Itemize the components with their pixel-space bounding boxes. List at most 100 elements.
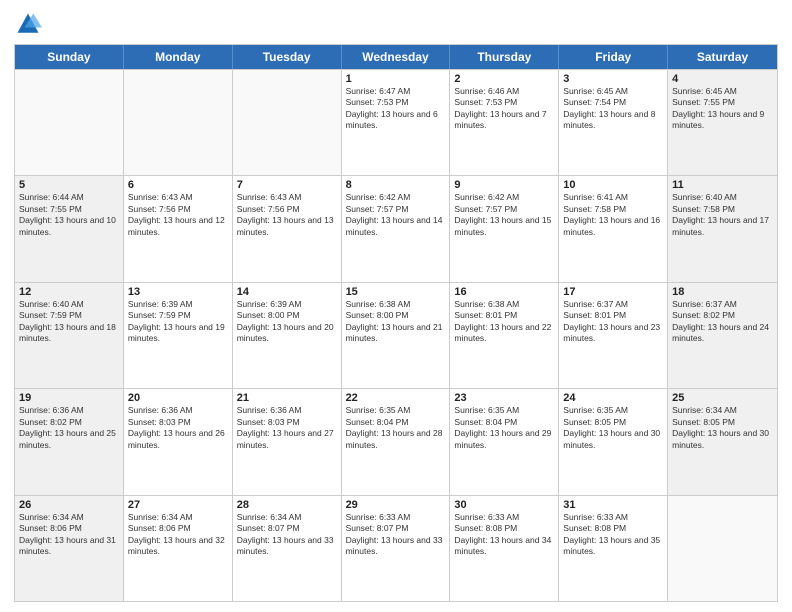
day-number: 30 [454,499,554,511]
day-number: 2 [454,73,554,85]
day-number: 19 [19,392,119,404]
header-day-saturday: Saturday [668,45,777,69]
logo-icon [14,10,42,38]
cell-info: Sunrise: 6:38 AMSunset: 8:01 PMDaylight:… [454,299,554,345]
calendar-header-row: SundayMondayTuesdayWednesdayThursdayFrid… [15,45,777,69]
day-number: 13 [128,286,228,298]
cal-cell-empty-4-6 [668,496,777,601]
cal-cell-18: 18Sunrise: 6:37 AMSunset: 8:02 PMDayligh… [668,283,777,388]
day-number: 27 [128,499,228,511]
cell-info: Sunrise: 6:36 AMSunset: 8:03 PMDaylight:… [128,405,228,451]
cal-cell-12: 12Sunrise: 6:40 AMSunset: 7:59 PMDayligh… [15,283,124,388]
header-day-tuesday: Tuesday [233,45,342,69]
cell-info: Sunrise: 6:45 AMSunset: 7:55 PMDaylight:… [672,86,773,132]
day-number: 4 [672,73,773,85]
cal-cell-29: 29Sunrise: 6:33 AMSunset: 8:07 PMDayligh… [342,496,451,601]
day-number: 29 [346,499,446,511]
day-number: 11 [672,179,773,191]
day-number: 14 [237,286,337,298]
logo [14,10,46,38]
day-number: 1 [346,73,446,85]
cal-cell-8: 8Sunrise: 6:42 AMSunset: 7:57 PMDaylight… [342,176,451,281]
cal-cell-28: 28Sunrise: 6:34 AMSunset: 8:07 PMDayligh… [233,496,342,601]
cal-cell-7: 7Sunrise: 6:43 AMSunset: 7:56 PMDaylight… [233,176,342,281]
cal-cell-21: 21Sunrise: 6:36 AMSunset: 8:03 PMDayligh… [233,389,342,494]
cell-info: Sunrise: 6:33 AMSunset: 8:07 PMDaylight:… [346,512,446,558]
header-day-sunday: Sunday [15,45,124,69]
cell-info: Sunrise: 6:41 AMSunset: 7:58 PMDaylight:… [563,192,663,238]
cal-cell-2: 2Sunrise: 6:46 AMSunset: 7:53 PMDaylight… [450,70,559,175]
cell-info: Sunrise: 6:43 AMSunset: 7:56 PMDaylight:… [128,192,228,238]
cell-info: Sunrise: 6:37 AMSunset: 8:02 PMDaylight:… [672,299,773,345]
day-number: 24 [563,392,663,404]
cal-cell-24: 24Sunrise: 6:35 AMSunset: 8:05 PMDayligh… [559,389,668,494]
cell-info: Sunrise: 6:40 AMSunset: 7:59 PMDaylight:… [19,299,119,345]
week-row-4: 19Sunrise: 6:36 AMSunset: 8:02 PMDayligh… [15,388,777,494]
day-number: 28 [237,499,337,511]
day-number: 20 [128,392,228,404]
cell-info: Sunrise: 6:45 AMSunset: 7:54 PMDaylight:… [563,86,663,132]
cal-cell-17: 17Sunrise: 6:37 AMSunset: 8:01 PMDayligh… [559,283,668,388]
cal-cell-13: 13Sunrise: 6:39 AMSunset: 7:59 PMDayligh… [124,283,233,388]
header-day-monday: Monday [124,45,233,69]
cell-info: Sunrise: 6:36 AMSunset: 8:03 PMDaylight:… [237,405,337,451]
cal-cell-1: 1Sunrise: 6:47 AMSunset: 7:53 PMDaylight… [342,70,451,175]
cal-cell-23: 23Sunrise: 6:35 AMSunset: 8:04 PMDayligh… [450,389,559,494]
cell-info: Sunrise: 6:47 AMSunset: 7:53 PMDaylight:… [346,86,446,132]
cell-info: Sunrise: 6:35 AMSunset: 8:04 PMDaylight:… [346,405,446,451]
cal-cell-empty-0-1 [124,70,233,175]
cal-cell-31: 31Sunrise: 6:33 AMSunset: 8:08 PMDayligh… [559,496,668,601]
cell-info: Sunrise: 6:37 AMSunset: 8:01 PMDaylight:… [563,299,663,345]
cell-info: Sunrise: 6:33 AMSunset: 8:08 PMDaylight:… [563,512,663,558]
cal-cell-27: 27Sunrise: 6:34 AMSunset: 8:06 PMDayligh… [124,496,233,601]
cal-cell-25: 25Sunrise: 6:34 AMSunset: 8:05 PMDayligh… [668,389,777,494]
cal-cell-5: 5Sunrise: 6:44 AMSunset: 7:55 PMDaylight… [15,176,124,281]
day-number: 23 [454,392,554,404]
cell-info: Sunrise: 6:42 AMSunset: 7:57 PMDaylight:… [346,192,446,238]
cal-cell-11: 11Sunrise: 6:40 AMSunset: 7:58 PMDayligh… [668,176,777,281]
header-day-wednesday: Wednesday [342,45,451,69]
cell-info: Sunrise: 6:44 AMSunset: 7:55 PMDaylight:… [19,192,119,238]
cell-info: Sunrise: 6:35 AMSunset: 8:04 PMDaylight:… [454,405,554,451]
day-number: 15 [346,286,446,298]
day-number: 9 [454,179,554,191]
day-number: 31 [563,499,663,511]
page: SundayMondayTuesdayWednesdayThursdayFrid… [0,0,792,612]
cell-info: Sunrise: 6:42 AMSunset: 7:57 PMDaylight:… [454,192,554,238]
cal-cell-19: 19Sunrise: 6:36 AMSunset: 8:02 PMDayligh… [15,389,124,494]
cal-cell-20: 20Sunrise: 6:36 AMSunset: 8:03 PMDayligh… [124,389,233,494]
cal-cell-14: 14Sunrise: 6:39 AMSunset: 8:00 PMDayligh… [233,283,342,388]
day-number: 21 [237,392,337,404]
cal-cell-6: 6Sunrise: 6:43 AMSunset: 7:56 PMDaylight… [124,176,233,281]
day-number: 26 [19,499,119,511]
cal-cell-10: 10Sunrise: 6:41 AMSunset: 7:58 PMDayligh… [559,176,668,281]
cell-info: Sunrise: 6:34 AMSunset: 8:06 PMDaylight:… [19,512,119,558]
day-number: 25 [672,392,773,404]
day-number: 17 [563,286,663,298]
day-number: 3 [563,73,663,85]
cell-info: Sunrise: 6:34 AMSunset: 8:05 PMDaylight:… [672,405,773,451]
day-number: 18 [672,286,773,298]
cell-info: Sunrise: 6:33 AMSunset: 8:08 PMDaylight:… [454,512,554,558]
cell-info: Sunrise: 6:38 AMSunset: 8:00 PMDaylight:… [346,299,446,345]
day-number: 8 [346,179,446,191]
cell-info: Sunrise: 6:36 AMSunset: 8:02 PMDaylight:… [19,405,119,451]
day-number: 10 [563,179,663,191]
cell-info: Sunrise: 6:34 AMSunset: 8:07 PMDaylight:… [237,512,337,558]
header-day-friday: Friday [559,45,668,69]
week-row-1: 1Sunrise: 6:47 AMSunset: 7:53 PMDaylight… [15,69,777,175]
cal-cell-empty-0-0 [15,70,124,175]
day-number: 7 [237,179,337,191]
cell-info: Sunrise: 6:43 AMSunset: 7:56 PMDaylight:… [237,192,337,238]
cell-info: Sunrise: 6:40 AMSunset: 7:58 PMDaylight:… [672,192,773,238]
calendar: SundayMondayTuesdayWednesdayThursdayFrid… [14,44,778,602]
cal-cell-3: 3Sunrise: 6:45 AMSunset: 7:54 PMDaylight… [559,70,668,175]
cal-cell-4: 4Sunrise: 6:45 AMSunset: 7:55 PMDaylight… [668,70,777,175]
cell-info: Sunrise: 6:39 AMSunset: 8:00 PMDaylight:… [237,299,337,345]
day-number: 5 [19,179,119,191]
cal-cell-26: 26Sunrise: 6:34 AMSunset: 8:06 PMDayligh… [15,496,124,601]
day-number: 16 [454,286,554,298]
header [14,10,778,38]
week-row-5: 26Sunrise: 6:34 AMSunset: 8:06 PMDayligh… [15,495,777,601]
cal-cell-empty-0-2 [233,70,342,175]
